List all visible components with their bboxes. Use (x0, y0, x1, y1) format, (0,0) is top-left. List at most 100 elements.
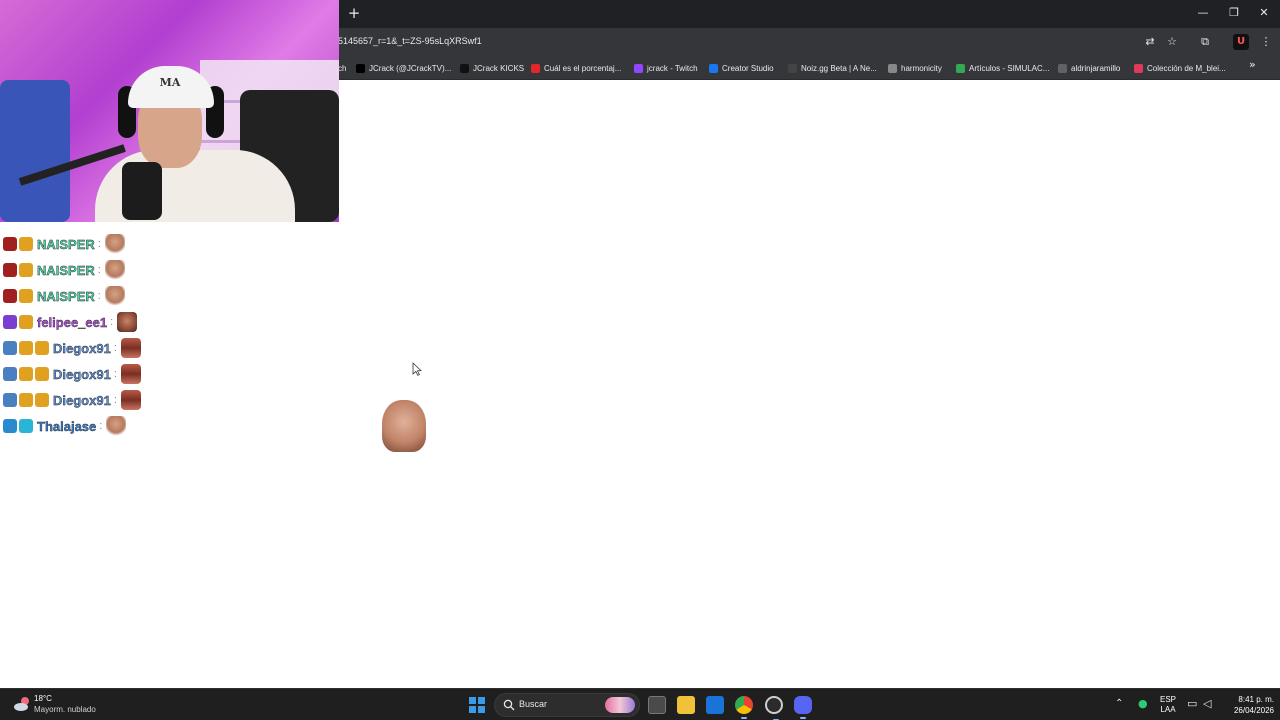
bookmark-label: Noiz.gg Beta | A Ne... (801, 63, 877, 73)
close-window-button[interactable]: ✕ (1253, 4, 1275, 22)
bookmark-item[interactable]: JCrack KICKS (460, 61, 524, 75)
language-indicator[interactable]: ESP LAA (1160, 695, 1176, 715)
chat-emote (117, 312, 138, 332)
chrome-icon[interactable] (735, 696, 753, 719)
volume-icon[interactable]: ◁ (1203, 697, 1211, 710)
bookmark-label: Colección de M_blei... (1147, 63, 1226, 73)
webcam-overlay: MA (0, 0, 339, 222)
floating-emote (382, 400, 426, 452)
chat-username[interactable]: NAISPER (37, 288, 95, 303)
bookmark-label: harmonicity (901, 63, 942, 73)
chat-emote (106, 416, 127, 436)
shield-badge-icon (3, 289, 17, 303)
system-clock[interactable]: 8:41 p. m. 26/04/2026 (1222, 694, 1274, 716)
weather-description[interactable]: Mayorm. nublado (34, 705, 96, 714)
chat-message: Thalajase: (3, 416, 127, 436)
twitch-icon (634, 63, 643, 73)
bookmarks-more-icon[interactable]: » (1249, 58, 1256, 71)
bookmark-item[interactable]: Noiz.gg Beta | A Ne... (788, 61, 877, 75)
doc-icon (888, 63, 897, 73)
chat-username[interactable]: felipee_ee1 (37, 314, 108, 329)
bookmark-item[interactable]: Creator Studio (709, 61, 774, 75)
bookmark-label: JCrack (@JCrackTV)... (369, 63, 452, 73)
chat-separator: : (113, 342, 117, 354)
chat-message: NAISPER: (3, 260, 125, 280)
coin-badge-icon (19, 341, 33, 355)
drive-icon (956, 63, 965, 73)
microphone-tray-icon[interactable]: ● (1138, 697, 1148, 710)
chat-username[interactable]: NAISPER (37, 236, 95, 251)
chat-username[interactable]: Diegox91 (53, 340, 111, 355)
start-icon[interactable] (469, 697, 485, 713)
chat-username[interactable]: Diegox91 (53, 366, 111, 381)
gamer-badge-icon (3, 393, 17, 407)
windows-taskbar: 18°C Mayorm. nublado Buscar ⌃ ● ESP LAA … (0, 688, 1280, 720)
chat-message: NAISPER: (3, 286, 125, 306)
crown-badge-icon (35, 341, 49, 355)
bookmark-item[interactable]: Cuál es el porcentaj... (531, 61, 621, 75)
obs-icon[interactable] (765, 696, 783, 720)
bookmark-item[interactable]: Colección de M_blei... (1134, 61, 1226, 75)
mouse-cursor-icon (412, 362, 422, 376)
chat-message: Diegox91: (3, 338, 141, 358)
cap-logo: MA (159, 76, 181, 89)
bookmark-label: Cuál es el porcentaj... (544, 63, 622, 73)
bookmark-item[interactable]: ch (338, 61, 346, 75)
chat-separator: : (99, 420, 103, 432)
menu-icon[interactable]: ⋮ (1258, 34, 1274, 50)
gamer-badge-icon (3, 367, 17, 381)
search-icon (503, 699, 515, 711)
taskbar-search[interactable]: Buscar (494, 693, 640, 717)
grid-badge-icon (19, 419, 33, 433)
clock-time: 8:41 p. m. (1238, 695, 1274, 704)
chat-message: Diegox91: (3, 390, 141, 410)
shield-badge-icon (3, 237, 17, 251)
chat-username[interactable]: Thalajase (37, 418, 97, 433)
new-tab-button[interactable]: + (346, 5, 362, 21)
tray-expand-icon[interactable]: ⌃ (1115, 698, 1123, 709)
chat-separator: : (113, 394, 117, 406)
bookmark-item[interactable]: jcrack - Twitch (634, 61, 698, 75)
chat-emote (120, 364, 141, 384)
chat-message: felipee_ee1: (3, 312, 138, 332)
bookmark-label: Creator Studio (722, 63, 774, 73)
file-explorer-icon[interactable] (677, 696, 695, 714)
translate-icon[interactable]: ⇄ (1142, 34, 1158, 50)
task-view-icon[interactable] (648, 696, 666, 714)
coin-badge-icon (19, 393, 33, 407)
x-icon (356, 63, 365, 73)
chat-emote (120, 390, 141, 410)
collection-icon (1134, 63, 1143, 73)
chat-separator: : (113, 368, 117, 380)
shield-badge-icon (3, 315, 17, 329)
coin-badge-icon (19, 367, 33, 381)
globe-icon (1058, 63, 1067, 73)
extensions-icon[interactable]: ⧉ (1197, 34, 1213, 50)
shield-badge-icon (3, 263, 17, 277)
profile-extension-icon[interactable]: U (1233, 34, 1249, 50)
bookmark-item[interactable]: aldrinjaramillo (1058, 61, 1120, 75)
outlook-icon[interactable] (706, 696, 724, 714)
crown-badge-icon (19, 289, 33, 303)
bookmark-label: jcrack - Twitch (647, 63, 698, 73)
bookmark-item[interactable]: harmonicity (888, 61, 942, 75)
chat-separator: : (97, 264, 101, 276)
minimize-button[interactable]: — (1192, 4, 1214, 22)
address-bar[interactable]: 5145657_r=1&_t=ZS-95sLqXRSwf1 (338, 36, 482, 46)
network-icon[interactable]: ▭ (1187, 697, 1197, 710)
weather-temperature[interactable]: 18°C (34, 694, 52, 703)
chat-username[interactable]: Diegox91 (53, 392, 111, 407)
weather-cloud-icon[interactable] (12, 694, 32, 714)
bookmark-item[interactable]: JCrack (@JCrackTV)... (356, 61, 451, 75)
star-icon[interactable]: ☆ (1164, 34, 1180, 50)
chat-emote (120, 338, 141, 358)
chat-username[interactable]: NAISPER (37, 262, 95, 277)
crown-badge-icon (35, 367, 49, 381)
discord-icon[interactable] (794, 696, 812, 719)
restore-button[interactable]: ❐ (1223, 4, 1245, 22)
bookmark-item[interactable]: Artículos - SIMULAC... (956, 61, 1049, 75)
crown-badge-icon (35, 393, 49, 407)
clock-date: 26/04/2026 (1233, 706, 1274, 715)
chat-separator: : (97, 238, 101, 250)
bookmark-label: JCrack KICKS (473, 63, 525, 73)
